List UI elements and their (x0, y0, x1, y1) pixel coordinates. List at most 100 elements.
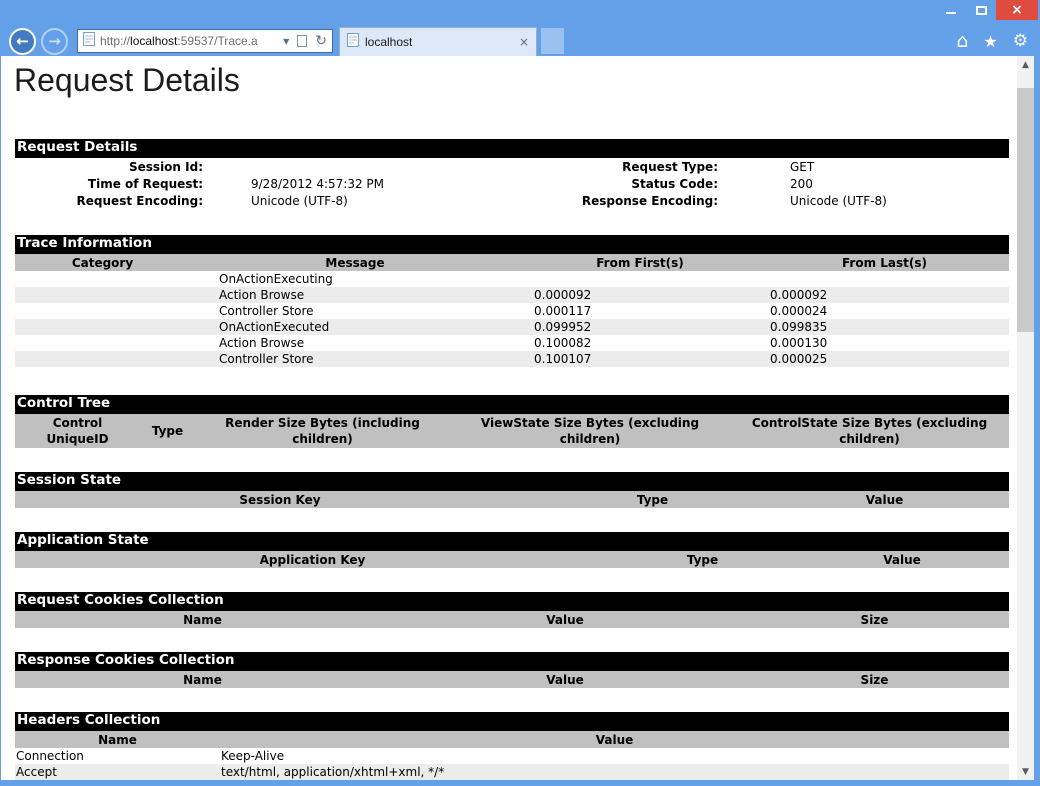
table-header-row: Session Key Type Value (15, 491, 1009, 508)
value-cell: 200 (720, 175, 1009, 192)
section-header-request-details: Request Details (15, 139, 1009, 158)
table-header-row: Category Message From First(s) From Last… (15, 254, 1009, 271)
table-row: Action Browse 0.000092 0.000092 (15, 287, 1009, 303)
autocomplete-dropdown-icon[interactable]: ▼ (283, 37, 289, 46)
label-cell: Response Encoding: (550, 192, 720, 209)
headers-collection-table: Name Value Connection Keep-Alive Accept … (15, 731, 1009, 780)
column-header: Value (760, 491, 1009, 508)
table-header-row: Application Key Type Value (15, 551, 1009, 568)
category-cell (15, 287, 190, 303)
refresh-icon[interactable]: ↻ (315, 33, 327, 49)
column-header: Name (15, 731, 220, 748)
new-tab-button[interactable] (541, 28, 564, 54)
favorites-star-icon[interactable]: ★ (983, 32, 997, 51)
vertical-scrollbar[interactable]: ▲ ▼ (1017, 56, 1034, 780)
column-header: Size (740, 671, 1009, 688)
label-cell: Request Type: (550, 158, 720, 175)
back-arrow-icon: ← (16, 32, 29, 50)
value-cell: Unicode (UTF-8) (205, 192, 550, 209)
table-header-row: Control UniqueID Type Render Size Bytes … (15, 414, 1009, 448)
navigation-bar: ← → http://localhost:59537/Trace.a ▼ ↻ l… (0, 26, 1040, 56)
tab-close-icon[interactable]: × (519, 35, 529, 49)
table-row: OnActionExecuted 0.099952 0.099835 (15, 319, 1009, 335)
tab-title: localhost (365, 35, 519, 49)
minimize-button[interactable] (936, 0, 966, 20)
table-row: OnActionExecuting (15, 271, 1009, 287)
table-header-row: Name Value Size (15, 611, 1009, 628)
column-header: Type (140, 414, 195, 448)
section-header-application-state: Application State (15, 532, 1009, 551)
message-cell: Action Browse (190, 335, 520, 351)
scroll-down-icon[interactable]: ▼ (1017, 763, 1034, 780)
maximize-icon (976, 6, 987, 15)
from-first-cell: 0.099952 (520, 319, 760, 335)
column-header: Session Key (15, 491, 545, 508)
compatibility-view-icon[interactable] (297, 35, 307, 47)
value-cell (205, 158, 550, 175)
close-button[interactable]: × (996, 0, 1038, 20)
column-header: Application Key (15, 551, 610, 568)
column-header: Value (795, 551, 1009, 568)
label-cell: Status Code: (550, 175, 720, 192)
column-header: Value (390, 671, 740, 688)
label-cell: Request Encoding: (15, 192, 205, 209)
table-row: Accept text/html, application/xhtml+xml,… (15, 764, 1009, 780)
section-header-headers-collection: Headers Collection (15, 712, 1009, 731)
section-header-response-cookies: Response Cookies Collection (15, 652, 1009, 671)
table-header-row: Name Value Size (15, 671, 1009, 688)
column-header: From First(s) (520, 254, 760, 271)
column-header: Name (15, 611, 390, 628)
table-row: Controller Store 0.000117 0.000024 (15, 303, 1009, 319)
from-last-cell: 0.000025 (760, 351, 1009, 367)
column-header: From Last(s) (760, 254, 1009, 271)
category-cell (15, 271, 190, 287)
column-header: Control UniqueID (15, 414, 140, 448)
close-icon: × (1011, 2, 1023, 18)
page-favicon (83, 32, 95, 51)
column-header: Type (610, 551, 795, 568)
header-name-cell: Accept (15, 764, 220, 780)
browser-action-icons: ⌂ ★ ⚙ (956, 30, 1028, 52)
column-header: Message (190, 254, 520, 271)
minimize-icon (946, 12, 956, 14)
from-first-cell: 0.100107 (520, 351, 760, 367)
url-text: http://localhost:59537/Trace.a (100, 34, 283, 48)
settings-gear-icon[interactable]: ⚙ (1013, 31, 1028, 51)
header-value-cell: Keep-Alive (220, 748, 1009, 764)
maximize-button[interactable] (966, 0, 996, 20)
category-cell (15, 303, 190, 319)
home-icon[interactable]: ⌂ (956, 30, 968, 52)
url-host: localhost (130, 34, 177, 48)
table-row: Session Id: Request Type: GET (15, 158, 1009, 175)
window-controls: × (936, 0, 1038, 20)
application-state-table: Application Key Type Value (15, 551, 1009, 568)
table-row: Connection Keep-Alive (15, 748, 1009, 764)
scroll-up-icon[interactable]: ▲ (1017, 56, 1034, 73)
table-header-row: Name Value (15, 731, 1009, 748)
request-details-table: Session Id: Request Type: GET Time of Re… (15, 158, 1009, 209)
table-row: Action Browse 0.100082 0.000130 (15, 335, 1009, 351)
tab-localhost[interactable]: localhost × (339, 27, 537, 56)
category-cell (15, 319, 190, 335)
column-header: Size (740, 611, 1009, 628)
table-row: Request Encoding: Unicode (UTF-8) Respon… (15, 192, 1009, 209)
column-header: Category (15, 254, 190, 271)
from-last-cell (760, 271, 1009, 287)
forward-button[interactable]: → (41, 28, 68, 55)
from-last-cell: 0.099835 (760, 319, 1009, 335)
scrollbar-track[interactable] (1017, 73, 1034, 763)
content-area: Request Details Request Details Session … (1, 56, 1034, 780)
address-bar[interactable]: http://localhost:59537/Trace.a ▼ ↻ (77, 29, 333, 53)
message-cell: Controller Store (190, 303, 520, 319)
value-cell: Unicode (UTF-8) (720, 192, 1009, 209)
response-cookies-table: Name Value Size (15, 671, 1009, 688)
column-header: ControlState Size Bytes (excluding child… (730, 414, 1009, 448)
back-button[interactable]: ← (9, 28, 36, 55)
message-cell: OnActionExecuting (190, 271, 520, 287)
address-bar-icons: ▼ ↻ (283, 33, 327, 49)
session-state-table: Session Key Type Value (15, 491, 1009, 508)
label-cell: Session Id: (15, 158, 205, 175)
page-title: Request Details (14, 62, 1017, 99)
scrollbar-thumb[interactable] (1017, 88, 1034, 332)
forward-arrow-icon: → (48, 32, 61, 50)
